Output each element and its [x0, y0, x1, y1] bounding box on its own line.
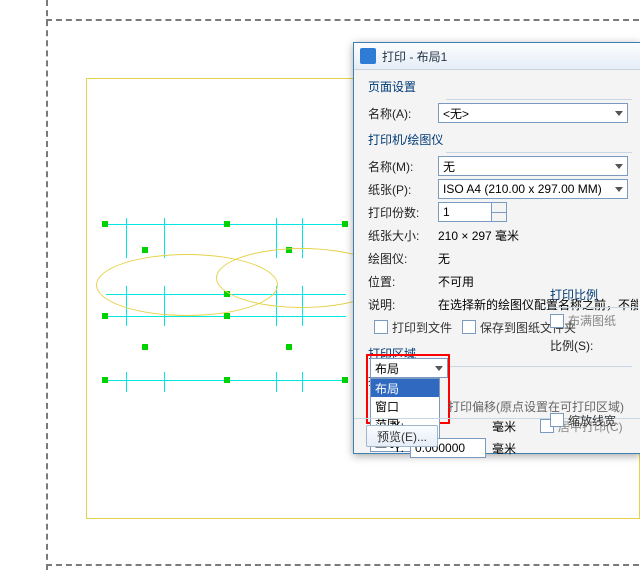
checkbox-lineweights[interactable]: 缩放线宽	[550, 412, 616, 429]
value-paper-size: 210 × 297 毫米	[438, 227, 519, 244]
chevron-down-icon	[615, 111, 623, 116]
label-ratio: 比例(S):	[550, 337, 638, 354]
select-printer-name[interactable]: 无	[438, 156, 628, 176]
label-name-a: 名称(A):	[368, 105, 438, 122]
chevron-down-icon	[615, 164, 623, 169]
group-printer: 打印机/绘图仪	[368, 131, 640, 148]
group-plot-scale: 打印比例	[550, 286, 638, 303]
checkbox-fit-paper[interactable]: 布满图纸	[550, 312, 616, 329]
group-page-setup: 页面设置	[368, 78, 640, 95]
checkbox-print-to-file[interactable]: 打印到文件	[374, 319, 452, 336]
preview-button[interactable]: 预览(E)...	[366, 425, 438, 447]
chevron-down-icon	[435, 366, 443, 371]
label-size: 纸张大小:	[368, 227, 438, 244]
select-paper[interactable]: ISO A4 (210.00 x 297.00 MM)	[438, 179, 628, 199]
label-name-m: 名称(M):	[368, 158, 438, 175]
label-copies: 打印份数:	[368, 204, 438, 221]
dialog-titlebar[interactable]: 打印 - 布局1	[354, 43, 640, 70]
select-plot-range[interactable]: 布局	[370, 358, 448, 378]
label-location: 位置:	[368, 273, 438, 290]
value-plotter: 无	[438, 250, 450, 267]
select-page-setup[interactable]: <无>	[438, 103, 628, 123]
label-paper: 纸张(P):	[368, 181, 438, 198]
chevron-down-icon	[615, 187, 623, 192]
app-icon	[360, 48, 376, 64]
label-plotter: 绘图仪:	[368, 250, 438, 267]
group-plot-offset: 打印偏移	[370, 383, 418, 400]
input-copies[interactable]: 1	[438, 202, 492, 222]
cad-drawing	[106, 224, 356, 399]
dialog-title: 打印 - 布局1	[382, 48, 447, 65]
label-desc: 说明:	[368, 296, 438, 313]
value-location: 不可用	[438, 273, 474, 290]
